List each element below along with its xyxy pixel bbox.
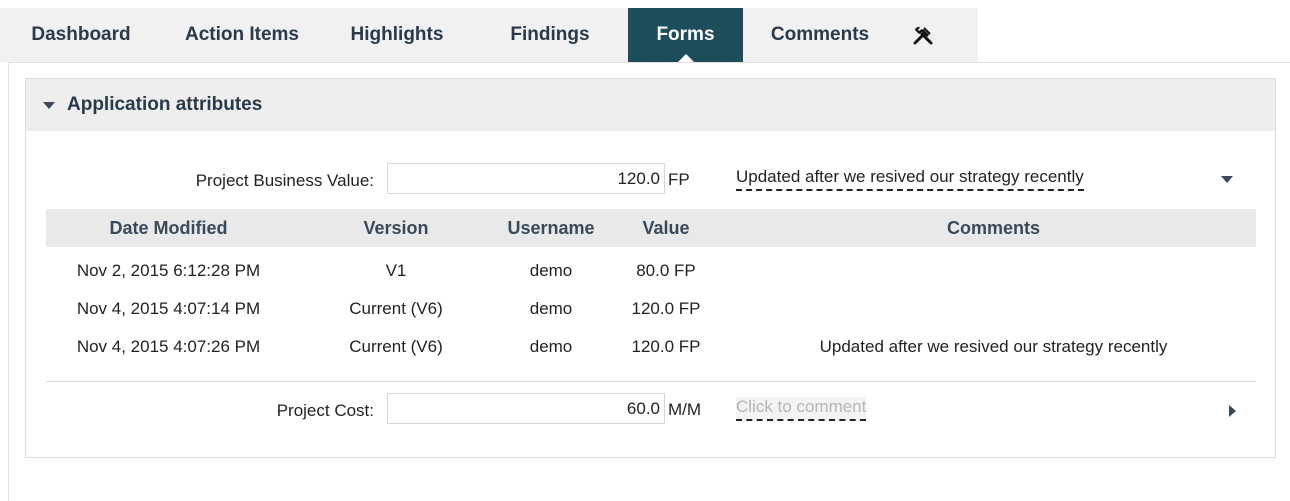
row-value: 120.0 FP	[631, 337, 701, 356]
history-table-header: Date Modified Version Username Value Com…	[46, 209, 1256, 247]
expand-history-icon[interactable]	[1229, 405, 1236, 417]
table-row: Nov 2, 2015 6:12:28 PM V1 demo 80.0 FP	[46, 252, 1256, 290]
project-cost-field[interactable]: 60.0	[387, 393, 665, 424]
row-value: 80.0 FP	[636, 261, 696, 280]
table-row: Nov 4, 2015 4:07:14 PM Current (V6) demo…	[46, 290, 1256, 328]
col-comments: Comments	[946, 218, 1040, 238]
tab-comments[interactable]: Comments	[743, 8, 897, 62]
attribute-label: Project Cost:	[276, 401, 374, 420]
row-value: 120.0 FP	[631, 299, 701, 318]
row-username: demo	[529, 299, 573, 318]
application-attributes-panel: Application attributes Project Business …	[25, 78, 1276, 458]
tools-icon[interactable]	[897, 8, 949, 62]
row-username: demo	[529, 261, 573, 280]
panel-header[interactable]: Application attributes	[26, 79, 1275, 131]
row-date: Nov 4, 2015 4:07:14 PM	[76, 299, 261, 318]
collapse-caret-icon[interactable]	[43, 101, 55, 109]
col-username: Username	[507, 218, 595, 238]
row-version: Current (V6)	[349, 337, 443, 356]
tab-underline	[8, 62, 1290, 63]
row-version: Current (V6)	[349, 299, 443, 318]
col-version: Version	[363, 218, 429, 238]
tab-action-items[interactable]: Action Items	[162, 8, 322, 62]
comment-dropdown-icon[interactable]	[1221, 176, 1233, 183]
row-date: Nov 4, 2015 4:07:26 PM	[76, 337, 261, 356]
row-version: V1	[385, 261, 407, 280]
business-value-field[interactable]: 120.0	[387, 163, 665, 194]
row-comment	[731, 252, 1256, 290]
col-date-modified: Date Modified	[109, 218, 228, 238]
tab-dashboard[interactable]: Dashboard	[0, 8, 162, 62]
tab-findings[interactable]: Findings	[472, 8, 628, 62]
value-unit: FP	[668, 170, 690, 189]
table-row: Nov 4, 2015 4:07:26 PM Current (V6) demo…	[46, 328, 1256, 366]
click-to-comment[interactable]: Click to comment	[736, 397, 867, 421]
row-date: Nov 2, 2015 6:12:28 PM	[76, 261, 261, 280]
content-left-border	[8, 62, 9, 501]
value-unit: M/M	[668, 400, 702, 419]
tab-highlights[interactable]: Highlights	[322, 8, 472, 62]
row-comment: Updated after we resived our strategy re…	[819, 337, 1168, 356]
col-value: Value	[642, 218, 690, 238]
tools-icon-glyph	[913, 26, 933, 45]
attribute-label: Project Business Value:	[195, 171, 374, 190]
panel-title: Application attributes	[67, 94, 263, 115]
history-divider	[46, 381, 1256, 382]
row-comment	[731, 290, 1256, 328]
attribute-comment[interactable]: Updated after we resived our strategy re…	[736, 167, 1084, 191]
row-username: demo	[529, 337, 573, 356]
tab-bar: Dashboard Action Items Highlights Findin…	[0, 8, 978, 63]
tab-forms[interactable]: Forms	[628, 8, 743, 63]
